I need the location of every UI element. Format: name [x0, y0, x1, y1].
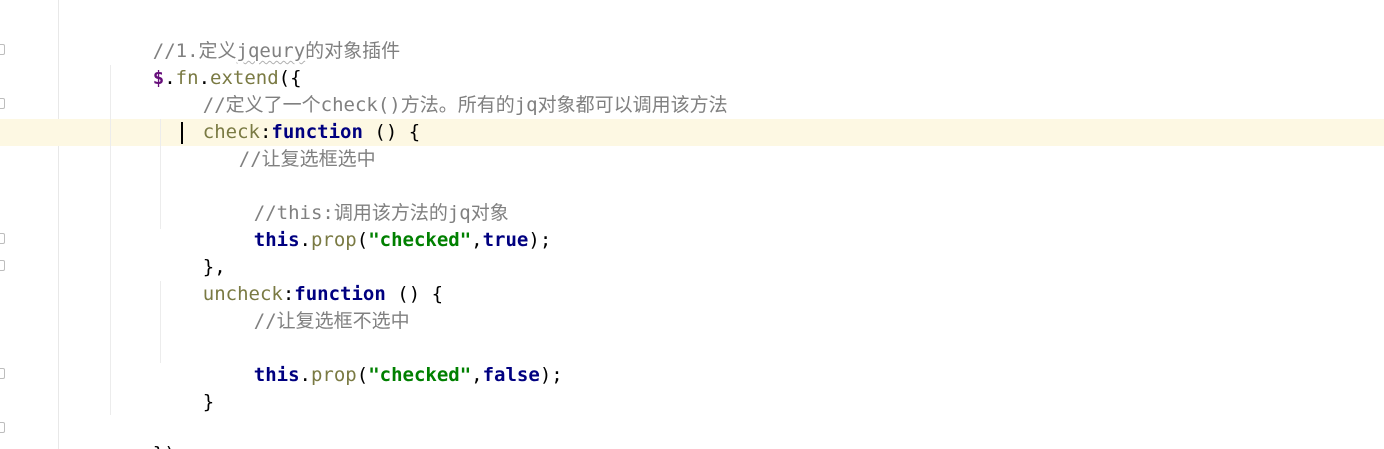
- code-line-9: },: [157, 227, 226, 278]
- code-token-punctuation: );: [539, 364, 563, 386]
- code-token-punctuation: );: [528, 229, 552, 251]
- fold-marker-icon[interactable]: [0, 233, 5, 244]
- code-line-3: //定义了一个check()方法。所有的jq对象都可以调用该方法: [157, 65, 728, 116]
- code-token-this: this: [253, 229, 300, 251]
- fold-marker-icon[interactable]: [0, 260, 5, 271]
- code-line-13: this.prop("checked",false);: [208, 335, 563, 386]
- code-line-1: //1.定义jqeury的对象插件: [107, 11, 400, 62]
- code-token-punctuation: }: [202, 391, 215, 413]
- code-token-comma: ,: [471, 229, 483, 251]
- code-comment: 的对象插件: [305, 40, 401, 62]
- code-token-method: prop: [310, 229, 357, 251]
- code-line-7: //this:调用该方法的jq对象: [208, 173, 509, 224]
- code-token-boolean: false: [482, 364, 540, 386]
- code-line-10: uncheck:function () {: [157, 254, 443, 305]
- editor-gutter: [0, 0, 58, 449]
- gutter-divider: [58, 0, 59, 449]
- code-token-method: prop: [310, 364, 357, 386]
- code-token-punctuation: (: [356, 229, 369, 251]
- fold-marker-icon[interactable]: [0, 368, 5, 379]
- fold-marker-icon[interactable]: [0, 44, 5, 55]
- code-line-11: //让复选框不选中: [208, 281, 410, 332]
- fold-marker-icon[interactable]: [0, 98, 5, 109]
- code-line-16: });: [107, 414, 187, 449]
- code-line-8: this.prop("checked",true);: [208, 200, 552, 251]
- code-token-dot: .: [299, 229, 311, 251]
- code-token-string: "checked": [368, 364, 472, 386]
- code-token-comma: ,: [471, 364, 483, 386]
- code-line-4: check:function () {: [157, 92, 420, 143]
- code-comment: //让复选框不选中: [253, 310, 410, 332]
- code-token-boolean: true: [482, 229, 529, 251]
- code-line-2: $.fn.extend({: [107, 38, 302, 89]
- code-editor[interactable]: //1.定义jqeury的对象插件 $.fn.extend({ //定义了一个c…: [0, 0, 1384, 449]
- code-token-this: this: [253, 364, 300, 386]
- text-cursor: [181, 122, 183, 144]
- code-line-14: }: [157, 362, 214, 413]
- code-comment: //让复选框选中: [238, 148, 376, 170]
- fold-marker-icon[interactable]: [0, 422, 5, 433]
- code-line-5: //让复选框选中: [193, 119, 376, 170]
- code-token-punctuation: });: [153, 443, 187, 449]
- code-token-dot: .: [299, 364, 311, 386]
- code-token-string: "checked": [368, 229, 472, 251]
- code-token-punctuation: (: [356, 364, 369, 386]
